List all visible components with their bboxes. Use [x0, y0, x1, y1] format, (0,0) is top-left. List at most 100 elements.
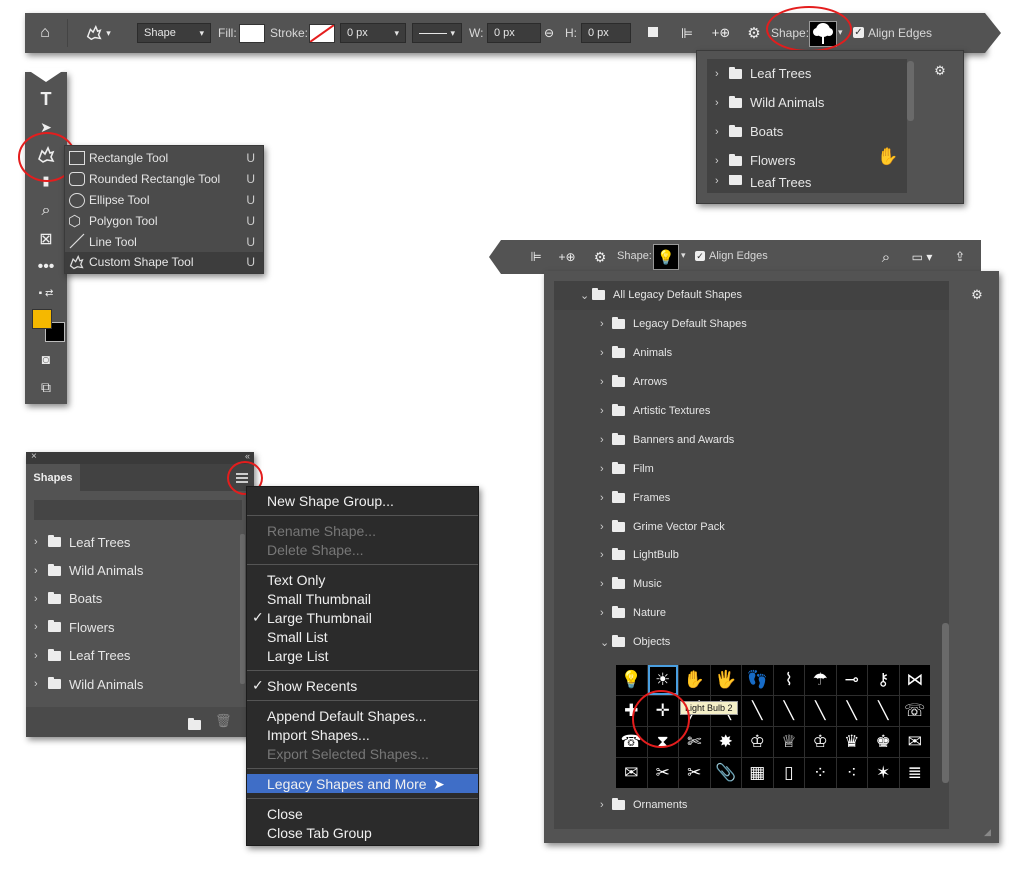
umbrella-icon[interactable]: ☂ [805, 665, 836, 695]
menu-item-import-shapes[interactable]: Import Shapes... [247, 725, 478, 744]
king-solid-icon[interactable]: ♚ [868, 727, 899, 757]
list-item[interactable]: › Leaf Trees [26, 642, 240, 670]
key-outline-icon[interactable]: ⊸ [836, 665, 867, 695]
tree-item[interactable]: › Animals [600, 339, 949, 368]
trash-icon[interactable]: 🗑 [215, 713, 232, 729]
hand-tool-icon[interactable]: ▮ [25, 168, 67, 194]
menu-item-rounded-rectangle-tool[interactable]: Rounded Rectangle Tool U [65, 169, 263, 190]
path-selection-icon[interactable]: ➤ [25, 114, 67, 140]
crown-icon[interactable]: ♕ [773, 727, 804, 757]
frame-tool-icon[interactable]: ⊠ [25, 226, 67, 252]
pencil-icon[interactable]: ╲ [773, 696, 804, 726]
path-operations-icon[interactable] [648, 27, 658, 37]
align-edges-checkbox[interactable]: ✓ [853, 27, 864, 38]
stroke-type-select[interactable]: ▾ [412, 23, 462, 43]
menu-item-line-tool[interactable]: Line Tool U [65, 231, 263, 252]
menu-item-custom-shape-tool[interactable]: Custom Shape Tool U [65, 251, 263, 273]
tree-item[interactable]: › Banners and Awards [600, 425, 949, 454]
menu-item-polygon-tool[interactable]: ⬡ Polygon Tool U [65, 210, 263, 231]
path-arrangement-icon[interactable]: +⊕ [709, 23, 733, 43]
tree-item[interactable]: › Arrows [600, 368, 949, 397]
more-tools-icon[interactable]: ••• [25, 254, 67, 280]
foreground-color-swatch[interactable] [32, 309, 52, 329]
menu-item-new-shape-group[interactable]: New Shape Group... [247, 491, 478, 510]
align-edges-checkbox[interactable]: ✓ [695, 251, 705, 261]
scrollbar[interactable] [240, 534, 245, 684]
tree-item[interactable]: › Music [600, 570, 949, 599]
hand-icon[interactable]: ✋ [679, 665, 710, 695]
gear-icon[interactable]: ⚙ [968, 287, 986, 303]
gear-icon[interactable]: ⚙ [744, 23, 764, 43]
paperclip-icon[interactable]: 📎 [710, 758, 741, 788]
shape-preview-tree[interactable] [809, 21, 837, 47]
panel-menu-icon[interactable] [236, 473, 248, 483]
share-icon[interactable]: ⇪ [951, 248, 969, 266]
pencil-icon[interactable]: ╲ [805, 696, 836, 726]
tree-item[interactable]: › Artistic Textures [600, 397, 949, 426]
menu-item-append-default-shapes[interactable]: Append Default Shapes... [247, 706, 478, 725]
menu-item-ellipse-tool[interactable]: Ellipse Tool U [65, 190, 263, 211]
pencil-icon[interactable]: ╲ [742, 696, 773, 726]
list-item[interactable]: › Leaf Trees [707, 175, 907, 187]
screen-mode-icon[interactable]: ⧉ [25, 374, 67, 400]
confetti-icon[interactable]: ⁘ [805, 758, 836, 788]
key-icon[interactable]: ⚷ [868, 665, 899, 695]
tree-item[interactable]: › Legacy Default Shapes [600, 310, 949, 339]
tree-item[interactable]: › LightBulb [600, 541, 949, 570]
mode-select[interactable]: Shape ▾ [137, 23, 211, 43]
telephone-outline-icon[interactable]: ☏ [899, 696, 930, 726]
telephone-icon[interactable]: ☎ [616, 727, 647, 757]
shape-preview-light-bulb[interactable]: 💡 [653, 244, 679, 270]
pencil-icon[interactable]: ╲ [868, 696, 899, 726]
height-field[interactable]: 0 px [581, 23, 631, 43]
footprint-icon[interactable]: 👣 [742, 665, 773, 695]
tree-item[interactable]: › Film [600, 454, 949, 483]
frame-icon[interactable]: ▯ [773, 758, 804, 788]
new-group-folder-icon[interactable] [188, 717, 201, 730]
tree-item[interactable]: › Nature [600, 599, 949, 628]
footprint-outline-icon[interactable]: ⌇ [773, 665, 804, 695]
workspace-icon[interactable]: ▭ ▾ [907, 248, 937, 266]
list-item[interactable]: › Leaf Trees [707, 59, 907, 88]
queen-icon[interactable]: ♛ [836, 727, 867, 757]
stroke-width-field[interactable]: 0 px ▾ [340, 23, 406, 43]
bow-icon[interactable]: ⋈ [899, 665, 930, 695]
menu-item-legacy-shapes-and-more[interactable]: Legacy Shapes and More ➤ [247, 774, 478, 793]
resize-grip-icon[interactable]: ◢ [984, 827, 991, 838]
path-alignment-icon[interactable]: ⊫ [677, 23, 697, 43]
menu-item-large-list[interactable]: Large List [247, 646, 478, 665]
list-item[interactable]: › Wild Animals [707, 88, 907, 117]
list-item[interactable]: › Wild Animals [26, 556, 240, 584]
stamp-icon[interactable]: ▦ [742, 758, 773, 788]
light-bulb-1-icon[interactable]: 💡 [616, 665, 647, 695]
type-tool-icon[interactable]: T [25, 86, 67, 112]
home-icon[interactable]: ⌂ [35, 23, 55, 43]
link-icon[interactable]: ⊖ [541, 25, 557, 41]
tree-item[interactable]: › Frames [600, 483, 949, 512]
hourglass-icon[interactable]: ⧗ [647, 727, 678, 757]
menu-item-close[interactable]: Close [247, 804, 478, 823]
puzzle-icon[interactable]: ✚ [616, 696, 647, 726]
crown-icon[interactable]: ♔ [742, 727, 773, 757]
gear-icon[interactable]: ⚙ [931, 63, 949, 79]
splash-icon[interactable]: ✶ [868, 758, 899, 788]
scissors-icon[interactable]: ✂ [679, 758, 710, 788]
gear-icon[interactable]: ⚙ [591, 248, 609, 266]
scissors-icon[interactable]: ✄ [679, 727, 710, 757]
search-input[interactable] [34, 500, 242, 520]
tab-shapes[interactable]: Shapes [26, 464, 80, 491]
list-item[interactable]: › Boats [26, 585, 240, 613]
chevron-down-icon[interactable]: ▾ [681, 250, 686, 261]
swap-colors-icon[interactable]: ▪ ⇄ [25, 280, 67, 306]
menu-item-rectangle-tool[interactable]: Rectangle Tool U [65, 148, 263, 169]
pencil-icon[interactable]: ╲ [836, 696, 867, 726]
scissors-icon[interactable]: ✂ [647, 758, 678, 788]
flag-icon[interactable]: ≣ [899, 758, 930, 788]
path-arrangement-icon[interactable]: +⊕ [555, 248, 579, 266]
menu-item-text-only[interactable]: Text Only [247, 570, 478, 589]
envelope-outline-icon[interactable]: ✉ [616, 758, 647, 788]
sparkles-icon[interactable]: ⁖ [836, 758, 867, 788]
list-item[interactable]: › Flowers [26, 613, 240, 641]
tree-item-objects[interactable]: ⌄ Objects [600, 628, 949, 657]
tree-item[interactable]: › Grime Vector Pack [600, 512, 949, 541]
